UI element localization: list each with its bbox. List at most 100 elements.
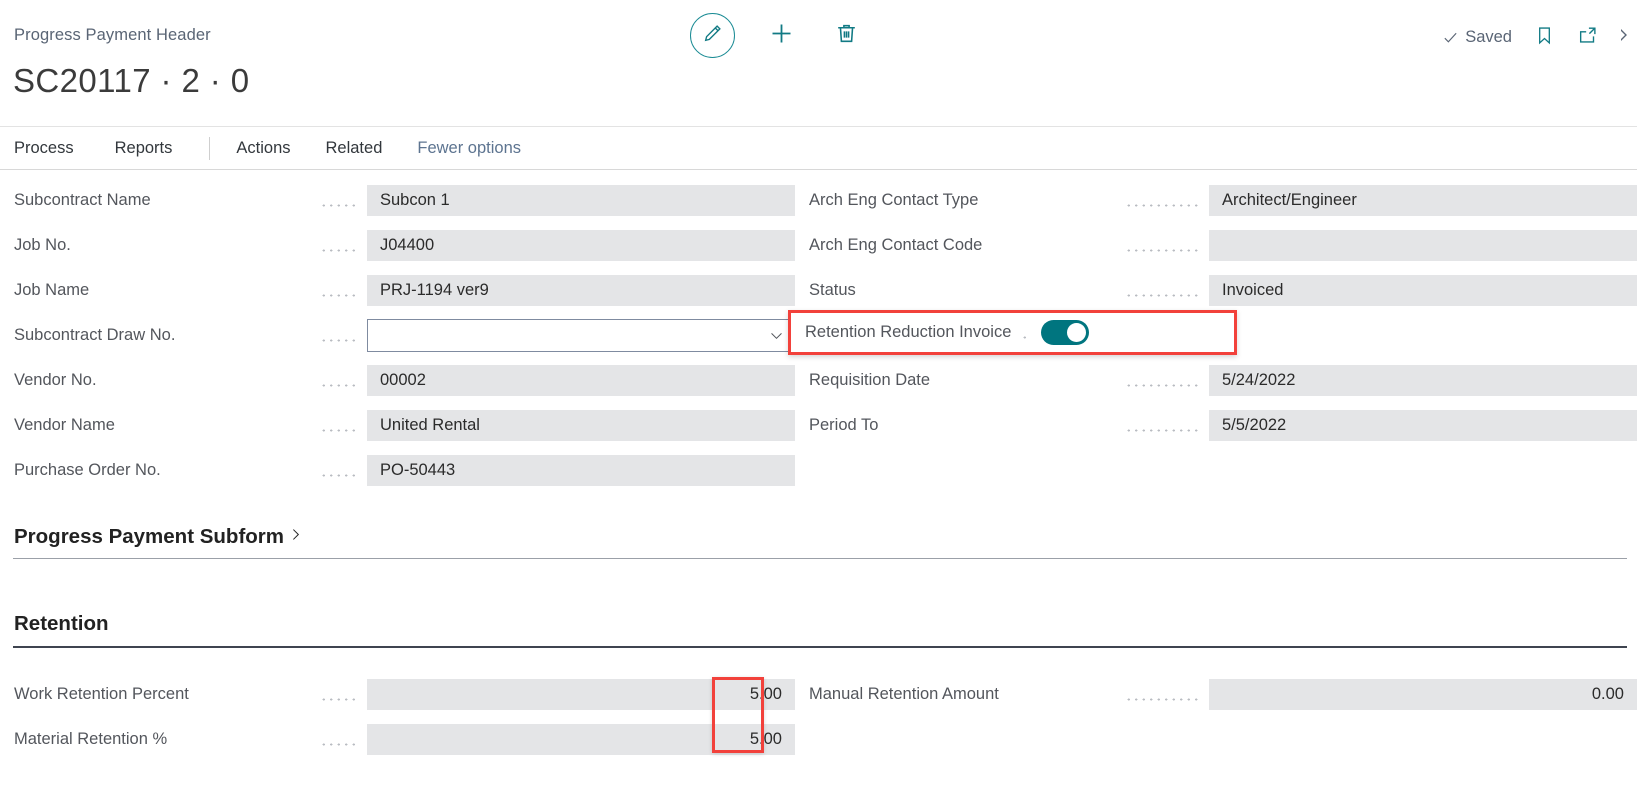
delete-button[interactable] bbox=[827, 17, 865, 55]
subcontract-draw-no-input[interactable] bbox=[367, 319, 795, 352]
nav-item-related[interactable]: Related bbox=[326, 139, 400, 158]
leader-dots bbox=[1125, 417, 1199, 434]
field-vendor-no: Vendor No. 00002 bbox=[0, 358, 795, 403]
retention-section-header: Retention bbox=[0, 612, 1637, 648]
retention-left-column: Work Retention Percent 5.00 Material Ret… bbox=[0, 672, 795, 762]
field-label: Arch Eng Contact Code bbox=[809, 236, 983, 254]
open-in-new-window-button[interactable] bbox=[1577, 24, 1599, 51]
action-ribbon: Process Reports Actions Related Fewer op… bbox=[0, 126, 1637, 170]
nav-item-actions[interactable]: Actions bbox=[236, 139, 307, 158]
leader-dots bbox=[1125, 237, 1199, 254]
field-requisition-date: Requisition Date 5/24/2022 bbox=[795, 358, 1637, 403]
field-value[interactable]: 0.00 bbox=[1209, 679, 1637, 710]
field-value[interactable]: J04400 bbox=[367, 230, 795, 261]
leader-dots bbox=[320, 237, 357, 254]
field-value[interactable]: 00002 bbox=[367, 365, 795, 396]
field-label: Manual Retention Amount bbox=[809, 685, 999, 703]
field-retention-reduction-invoice: Retention Reduction Invoice bbox=[791, 313, 1234, 352]
field-label: Period To bbox=[809, 416, 879, 434]
general-left-column: Subcontract Name Subcon 1 Job No. J04400… bbox=[0, 178, 795, 493]
leader-dots bbox=[320, 686, 357, 703]
field-label: Subcontract Name bbox=[14, 191, 151, 209]
checkmark-icon bbox=[1442, 29, 1459, 46]
field-arch-eng-contact-type: Arch Eng Contact Type Architect/Engineer bbox=[795, 178, 1637, 223]
field-label: Retention Reduction Invoice bbox=[805, 323, 1012, 341]
field-value[interactable]: 5.00 bbox=[367, 679, 795, 710]
section-divider bbox=[13, 558, 1627, 559]
field-label: Vendor Name bbox=[14, 416, 115, 434]
field-value[interactable]: PRJ-1194 ver9 bbox=[367, 275, 795, 306]
field-subcontract-draw-no: Subcontract Draw No. bbox=[0, 313, 795, 358]
progress-payment-subform-header[interactable]: Progress Payment Subform bbox=[0, 525, 304, 549]
field-label: Status bbox=[809, 281, 856, 299]
toggle-container bbox=[1041, 320, 1469, 345]
leader-dots bbox=[320, 462, 357, 479]
nav-item-reports[interactable]: Reports bbox=[115, 139, 190, 158]
chevron-down-icon[interactable] bbox=[768, 327, 785, 344]
annotation-highlight-retention-reduction-invoice: Retention Reduction Invoice bbox=[788, 310, 1237, 355]
field-label: Requisition Date bbox=[809, 371, 931, 389]
chevron-right-icon bbox=[1621, 24, 1631, 51]
field-work-retention-percent: Work Retention Percent 5.00 bbox=[0, 672, 795, 717]
field-value[interactable]: 5.00 bbox=[367, 724, 795, 755]
chevron-right-icon bbox=[287, 525, 304, 549]
field-arch-eng-contact-code: Arch Eng Contact Code bbox=[795, 223, 1637, 268]
nav-divider bbox=[209, 136, 211, 160]
retention-right-column: Manual Retention Amount 0.00 bbox=[795, 672, 1637, 717]
field-label: Material Retention % bbox=[14, 730, 168, 748]
plus-icon bbox=[768, 20, 795, 52]
top-bar: Progress Payment Header SC20117 · 2 · 0 bbox=[0, 0, 1637, 99]
field-status: Status Invoiced bbox=[795, 268, 1637, 313]
leader-dots bbox=[320, 731, 357, 748]
more-options-button[interactable] bbox=[1621, 24, 1631, 51]
right-action-group: Saved bbox=[1442, 24, 1637, 51]
field-value[interactable]: Architect/Engineer bbox=[1209, 185, 1637, 216]
nav-item-fewer-options[interactable]: Fewer options bbox=[417, 139, 538, 158]
section-divider bbox=[13, 646, 1627, 648]
field-value[interactable]: Subcon 1 bbox=[367, 185, 795, 216]
save-status-label: Saved bbox=[1465, 28, 1512, 46]
field-material-retention-percent: Material Retention % 5.00 bbox=[0, 717, 795, 762]
progress-payment-subform-section: Progress Payment Subform bbox=[0, 525, 1637, 559]
field-job-no: Job No. J04400 bbox=[0, 223, 795, 268]
app-window: Progress Payment Header SC20117 · 2 · 0 bbox=[0, 0, 1637, 800]
field-value[interactable]: 5/24/2022 bbox=[1209, 365, 1637, 396]
field-subcontract-name: Subcontract Name Subcon 1 bbox=[0, 178, 795, 223]
field-value[interactable]: PO-50443 bbox=[367, 455, 795, 486]
center-action-group bbox=[690, 13, 865, 58]
leader-dots bbox=[1125, 372, 1199, 389]
field-period-to: Period To 5/5/2022 bbox=[795, 403, 1637, 448]
open-in-new-window-icon bbox=[1577, 24, 1599, 51]
edit-button[interactable] bbox=[690, 13, 735, 58]
retention-reduction-invoice-toggle[interactable] bbox=[1041, 320, 1090, 345]
leader-dots bbox=[1125, 686, 1199, 703]
field-value[interactable]: 5/5/2022 bbox=[1209, 410, 1637, 441]
nav-item-process[interactable]: Process bbox=[14, 139, 91, 158]
trash-icon bbox=[834, 21, 859, 51]
breadcrumb: Progress Payment Header bbox=[14, 26, 211, 44]
leader-dots bbox=[320, 327, 357, 344]
leader-dots bbox=[1021, 324, 1032, 341]
leader-dots bbox=[1125, 282, 1199, 299]
new-button[interactable] bbox=[762, 17, 800, 55]
field-vendor-name: Vendor Name United Rental bbox=[0, 403, 795, 448]
field-label: Vendor No. bbox=[14, 371, 97, 389]
field-label: Work Retention Percent bbox=[14, 685, 189, 703]
field-value[interactable] bbox=[1209, 230, 1637, 261]
pencil-icon bbox=[702, 22, 724, 49]
field-job-name: Job Name PRJ-1194 ver9 bbox=[0, 268, 795, 313]
field-label: Purchase Order No. bbox=[14, 461, 161, 479]
page-title: SC20117 · 2 · 0 bbox=[13, 62, 250, 99]
field-purchase-order-no: Purchase Order No. PO-50443 bbox=[0, 448, 795, 493]
field-value[interactable]: United Rental bbox=[367, 410, 795, 441]
field-label: Job Name bbox=[14, 281, 90, 299]
bookmark-button[interactable] bbox=[1534, 25, 1555, 51]
retention-title: Retention bbox=[14, 612, 109, 635]
bookmark-icon bbox=[1534, 25, 1555, 51]
field-value[interactable]: Invoiced bbox=[1209, 275, 1637, 306]
field-label: Subcontract Draw No. bbox=[14, 326, 176, 344]
leader-dots bbox=[1125, 192, 1199, 209]
subform-title-label: Progress Payment Subform bbox=[14, 525, 284, 548]
toggle-knob bbox=[1067, 323, 1087, 342]
leader-dots bbox=[320, 192, 357, 209]
